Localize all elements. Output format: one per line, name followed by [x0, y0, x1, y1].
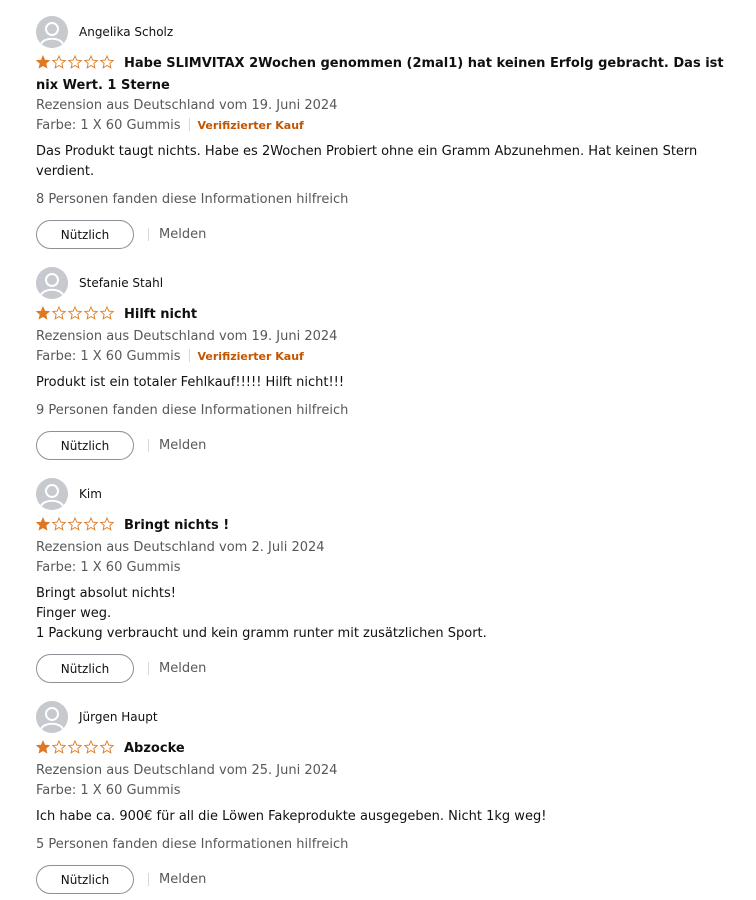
avatar [36, 701, 68, 733]
review-item: Angelika Scholz Habe SLIMVITAX 2Wochen g… [35, 16, 726, 249]
review-profile[interactable]: Jürgen Haupt [36, 701, 726, 733]
review-actions: Nützlich Melden [36, 865, 726, 894]
review-body: Bringt absolut nichts! Finger weg. 1 Pac… [36, 584, 726, 644]
star-rating-icon [35, 54, 116, 76]
review-variant-row: Farbe: 1 X 60 Gummis Verifizierter Kauf [36, 116, 726, 136]
divider [148, 873, 149, 886]
review-profile[interactable]: Angelika Scholz [36, 16, 726, 48]
report-link[interactable]: Melden [159, 438, 206, 453]
divider [148, 439, 149, 452]
divider [148, 662, 149, 675]
review-title-row[interactable]: Abzocke [35, 739, 726, 761]
review-body-line: 1 Packung verbraucht und kein gramm runt… [36, 626, 487, 641]
verified-purchase-badge: Verifizierter Kauf [197, 119, 304, 132]
reviewer-name[interactable]: Jürgen Haupt [79, 710, 158, 724]
review-title[interactable]: Hilft nicht [124, 307, 197, 322]
reviews-list: Angelika Scholz Habe SLIMVITAX 2Wochen g… [0, 0, 756, 900]
review-profile[interactable]: Kim [36, 478, 726, 510]
avatar [36, 267, 68, 299]
review-variant: Farbe: 1 X 60 Gummis [36, 118, 181, 133]
review-title-row[interactable]: Hilft nicht [35, 305, 726, 327]
review-date: Rezension aus Deutschland vom 19. Juni 2… [36, 98, 338, 113]
review-title[interactable]: Habe SLIMVITAX 2Wochen genommen (2mal1) … [36, 56, 724, 93]
review-title[interactable]: Abzocke [124, 741, 185, 756]
reviewer-name[interactable]: Angelika Scholz [79, 25, 173, 39]
review-body-line: Bringt absolut nichts! [36, 586, 176, 601]
report-link[interactable]: Melden [159, 872, 206, 887]
review-title-row[interactable]: Habe SLIMVITAX 2Wochen genommen (2mal1) … [35, 54, 726, 96]
reviewer-name[interactable]: Kim [79, 487, 102, 501]
star-rating-icon [35, 739, 116, 761]
avatar [36, 16, 68, 48]
helpful-button[interactable]: Nützlich [36, 220, 134, 249]
helpful-button[interactable]: Nützlich [36, 654, 134, 683]
review-actions: Nützlich Melden [36, 654, 726, 683]
review-item: Kim Bringt nichts ! Rezension aus Deutsc… [35, 478, 726, 683]
star-rating-icon [35, 305, 116, 327]
divider [148, 228, 149, 241]
review-date: Rezension aus Deutschland vom 19. Juni 2… [36, 329, 338, 344]
review-variant: Farbe: 1 X 60 Gummis [36, 560, 181, 575]
review-variant-row: Farbe: 1 X 60 Gummis Verifizierter Kauf [36, 347, 726, 367]
helpful-count: 8 Personen fanden diese Informationen hi… [36, 192, 349, 207]
review-body-line: Ich habe ca. 900€ für all die Löwen Fake… [36, 809, 547, 824]
review-body: Das Produkt taugt nichts. Habe es 2Woche… [36, 142, 726, 182]
review-body-line: Das Produkt taugt nichts. Habe es 2Woche… [36, 144, 698, 179]
helpful-count: 5 Personen fanden diese Informationen hi… [36, 837, 349, 852]
review-actions: Nützlich Melden [36, 431, 726, 460]
review-variant: Farbe: 1 X 60 Gummis [36, 783, 181, 798]
helpful-button[interactable]: Nützlich [36, 865, 134, 894]
divider [188, 118, 190, 131]
avatar [36, 478, 68, 510]
review-item: Jürgen Haupt Abzocke Rezension aus Deuts… [35, 701, 726, 894]
review-title-row[interactable]: Bringt nichts ! [35, 516, 726, 538]
review-profile[interactable]: Stefanie Stahl [36, 267, 726, 299]
helpful-button[interactable]: Nützlich [36, 431, 134, 460]
review-body: Produkt ist ein totaler Fehlkauf!!!!! Hi… [36, 373, 726, 393]
review-body-line: Produkt ist ein totaler Fehlkauf!!!!! Hi… [36, 375, 345, 390]
review-actions: Nützlich Melden [36, 220, 726, 249]
star-rating-icon [35, 516, 116, 538]
review-variant: Farbe: 1 X 60 Gummis [36, 349, 181, 364]
report-link[interactable]: Melden [159, 661, 206, 676]
review-date: Rezension aus Deutschland vom 25. Juni 2… [36, 763, 338, 778]
reviewer-name[interactable]: Stefanie Stahl [79, 276, 163, 290]
divider [188, 349, 190, 362]
report-link[interactable]: Melden [159, 227, 206, 242]
verified-purchase-badge: Verifizierter Kauf [197, 350, 304, 363]
review-item: Stefanie Stahl Hilft nicht Rezension aus… [35, 267, 726, 460]
review-title[interactable]: Bringt nichts ! [124, 518, 229, 533]
review-body: Ich habe ca. 900€ für all die Löwen Fake… [36, 807, 726, 827]
review-date: Rezension aus Deutschland vom 2. Juli 20… [36, 540, 325, 555]
review-body-line: Finger weg. [36, 606, 112, 621]
helpful-count: 9 Personen fanden diese Informationen hi… [36, 403, 349, 418]
